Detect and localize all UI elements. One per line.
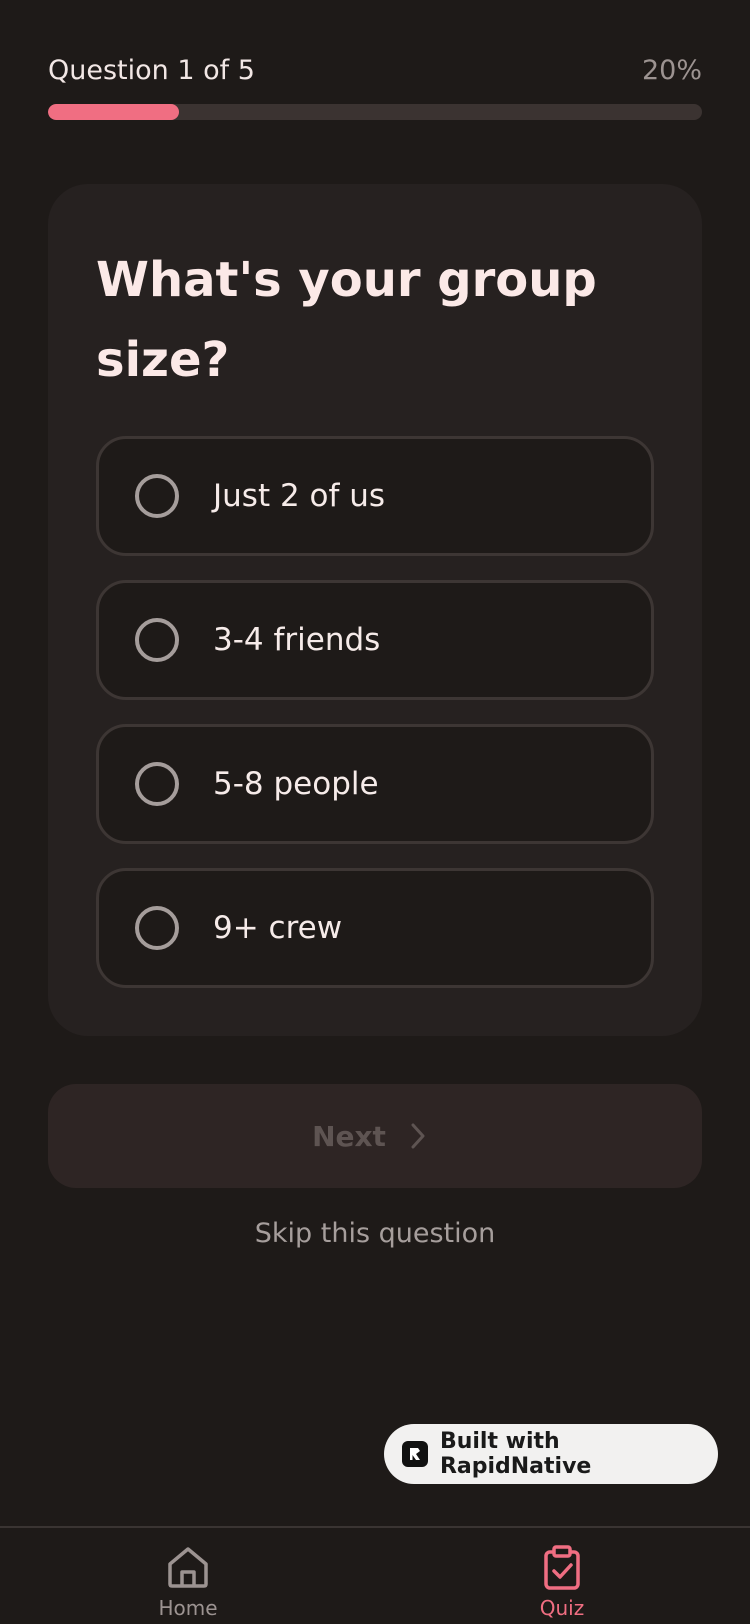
radio-icon [135, 618, 179, 662]
radio-icon [135, 906, 179, 950]
option-5-8-people[interactable]: 5-8 people [96, 724, 654, 844]
option-label: 9+ crew [213, 910, 343, 946]
progress-percent: 20% [641, 54, 702, 86]
home-icon [166, 1544, 210, 1590]
next-button[interactable]: Next [48, 1084, 702, 1188]
option-label: 5-8 people [213, 766, 379, 802]
question-title: What's your group size? [96, 252, 597, 388]
question-counter: Question 1 of 5 [48, 54, 255, 86]
clipboard-check-icon [540, 1544, 584, 1590]
next-button-label: Next [312, 1119, 386, 1153]
radio-icon [135, 474, 179, 518]
badge-text: Built with RapidNative [439, 1429, 592, 1479]
question-card: What's your group size? Just 2 of us 3-4… [48, 184, 702, 1036]
answer-options: Just 2 of us 3-4 friends 5-8 people 9+ c… [96, 436, 654, 988]
tab-label: Home [158, 1596, 218, 1620]
option-3-4-friends[interactable]: 3-4 friends [96, 580, 654, 700]
radio-icon [135, 762, 179, 806]
option-just-2-of-us[interactable]: Just 2 of us [96, 436, 654, 556]
skip-question-link[interactable]: Skip this question [0, 1218, 750, 1249]
progress-bar [48, 104, 702, 120]
quiz-header: Question 1 of 5 20% [48, 50, 702, 90]
tab-home[interactable]: Home [108, 1528, 268, 1624]
option-label: Just 2 of us [213, 478, 386, 514]
progress-bar-fill [48, 104, 179, 120]
rapidnative-logo-icon [402, 1441, 428, 1467]
tab-label: Quiz [539, 1596, 585, 1620]
bottom-tab-bar: Home Quiz [0, 1526, 750, 1624]
option-label: 3-4 friends [213, 622, 381, 658]
tab-quiz[interactable]: Quiz [482, 1528, 642, 1624]
built-with-badge[interactable]: Built with RapidNative [384, 1424, 718, 1484]
chevron-right-icon [408, 1121, 438, 1151]
option-9-plus-crew[interactable]: 9+ crew [96, 868, 654, 988]
